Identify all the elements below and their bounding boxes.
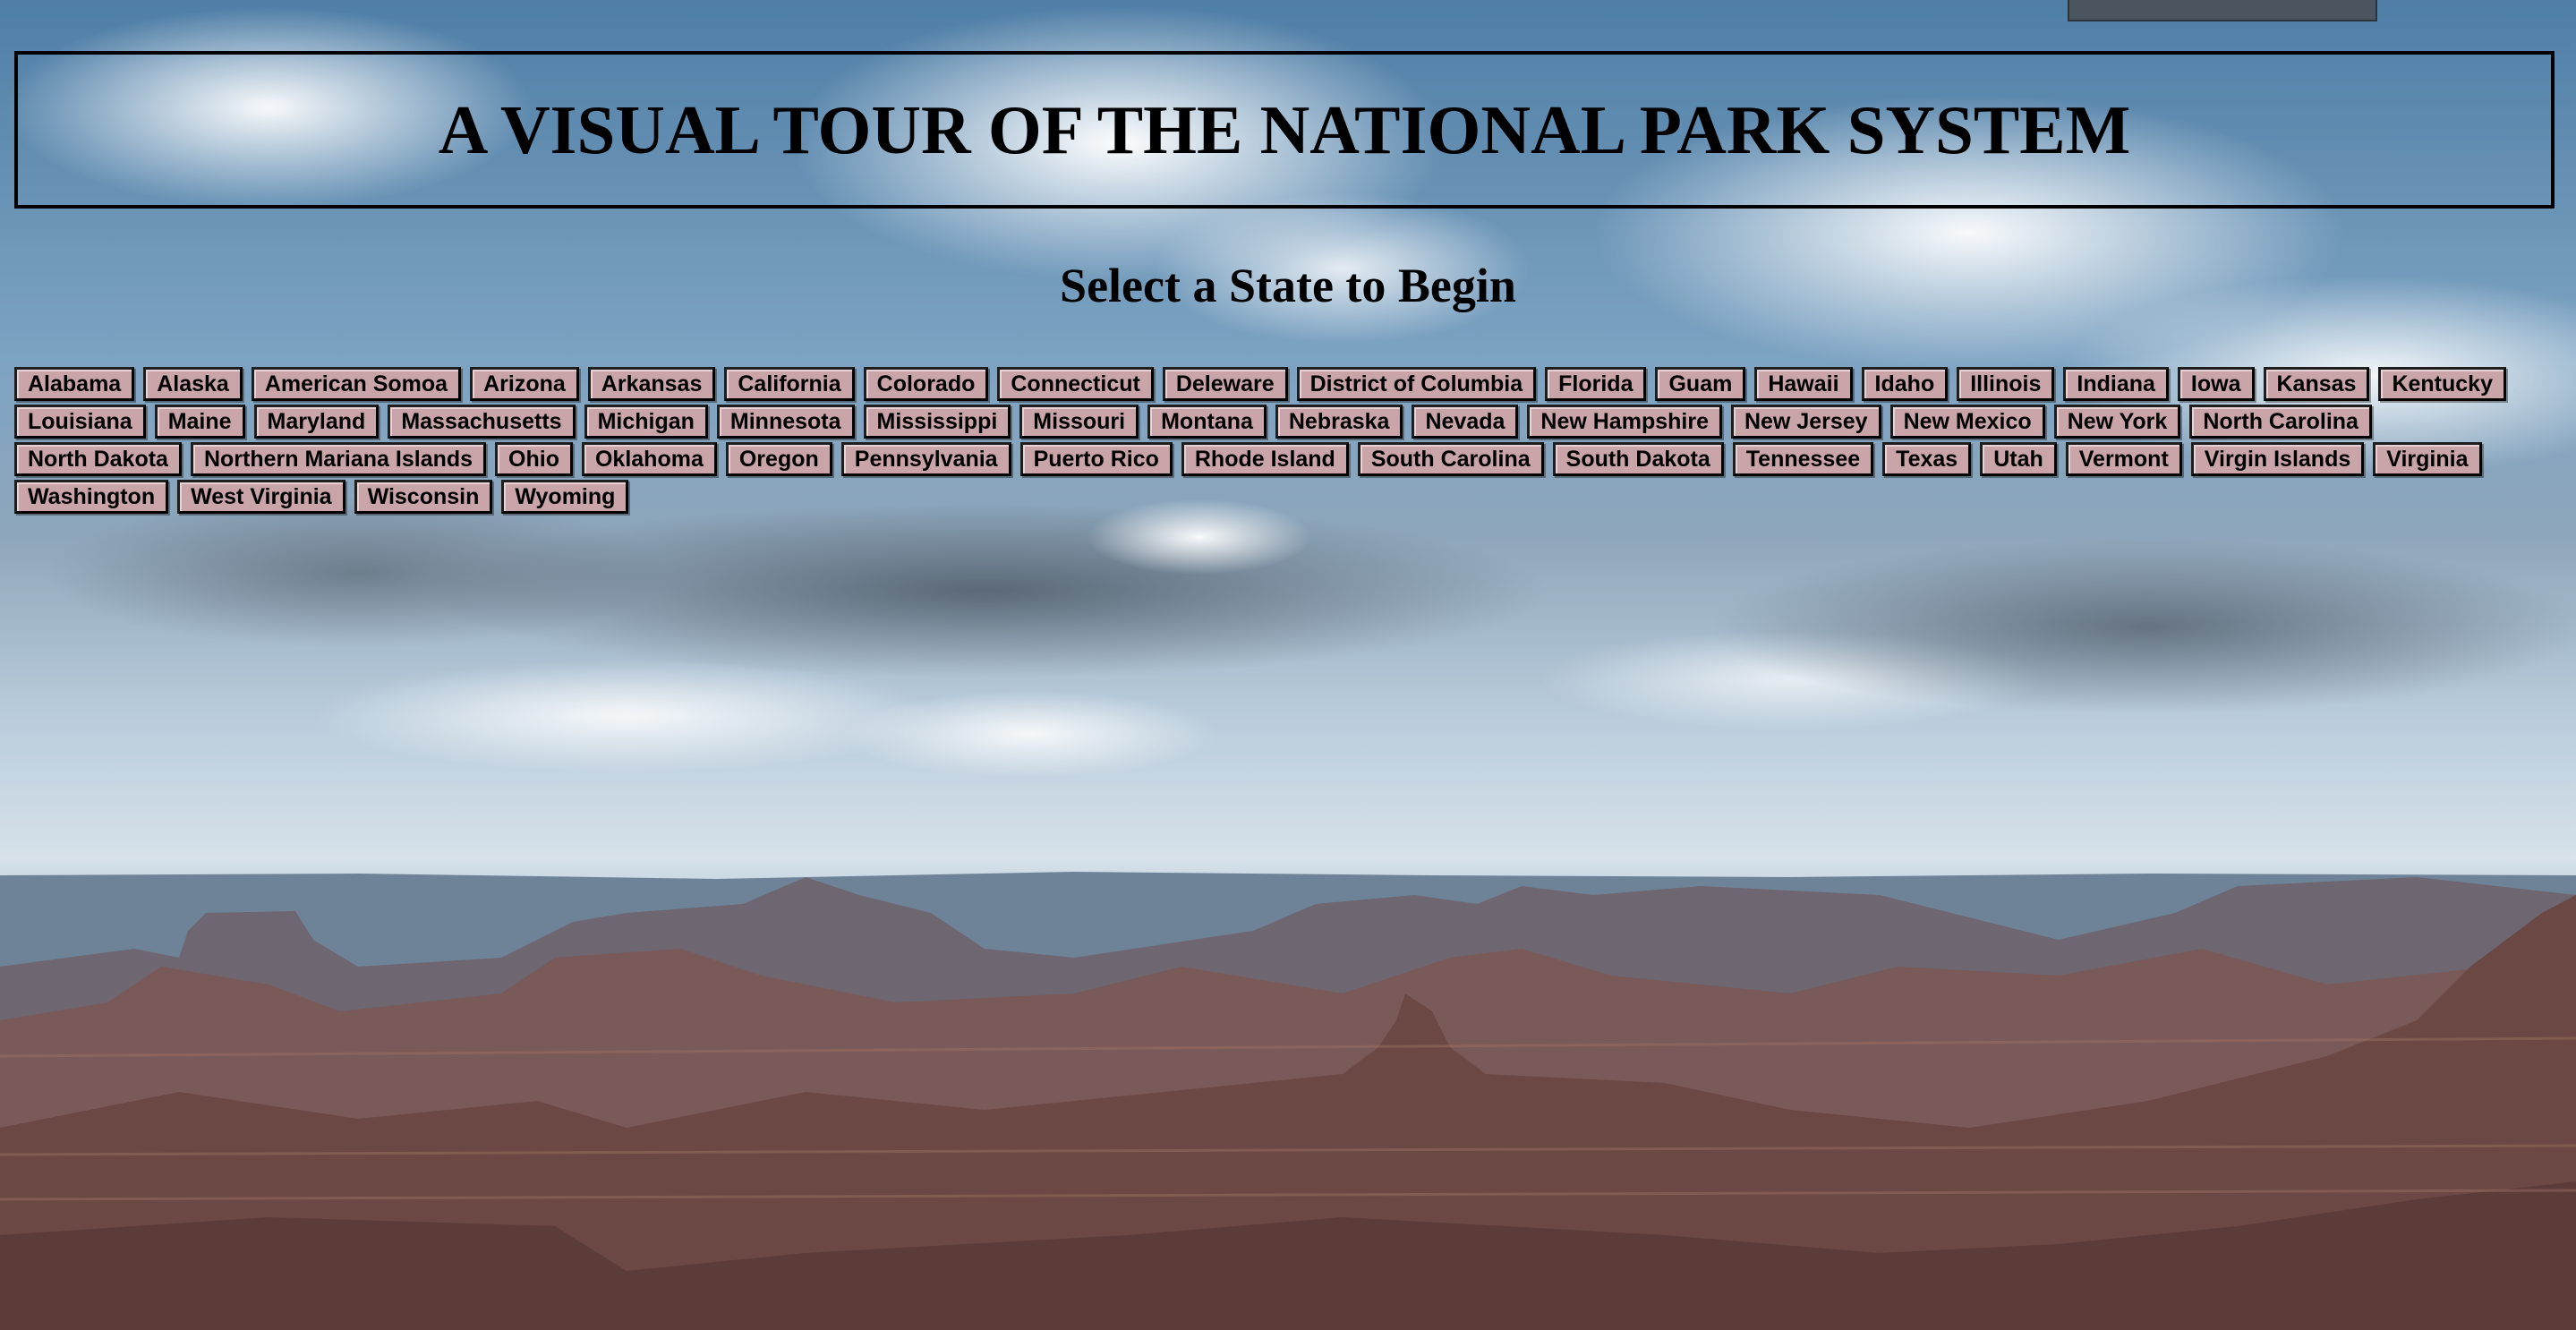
state-button-wyoming[interactable]: Wyoming (501, 480, 629, 514)
top-bar-strip (2068, 0, 2377, 21)
state-button-kansas[interactable]: Kansas (2263, 367, 2370, 401)
state-button-michigan[interactable]: Michigan (584, 405, 708, 439)
state-button-indiana[interactable]: Indiana (2063, 367, 2169, 401)
state-button-colorado[interactable]: Colorado (863, 367, 989, 401)
state-button-south-carolina[interactable]: South Carolina (1357, 442, 1544, 476)
state-button-virgin-islands[interactable]: Virgin Islands (2190, 442, 2365, 476)
state-button-wisconsin[interactable]: Wisconsin (354, 480, 493, 514)
page-subtitle: Select a State to Begin (1060, 259, 1516, 312)
state-button-montana[interactable]: Montana (1147, 405, 1267, 439)
state-button-idaho[interactable]: Idaho (1861, 367, 1949, 401)
state-button-oregon[interactable]: Oregon (725, 442, 832, 476)
state-button-mississippi[interactable]: Mississippi (863, 405, 1011, 439)
state-button-list: Alabama Alaska American Somoa Arizona Arkans… (14, 367, 2521, 514)
state-button-illinois[interactable]: Illinois (1957, 367, 2055, 401)
state-button-northern-mariana-islands[interactable]: Northern Mariana Islands (190, 442, 487, 476)
state-button-arizona[interactable]: Arizona (470, 367, 579, 401)
state-button-south-dakota[interactable]: South Dakota (1552, 442, 1724, 476)
state-button-utah[interactable]: Utah (1980, 442, 2057, 476)
state-button-new-jersey[interactable]: New Jersey (1730, 405, 1881, 439)
state-button-pennsylvania[interactable]: Pennsylvania (840, 442, 1011, 476)
state-button-guam[interactable]: Guam (1655, 367, 1746, 401)
state-button-deleware[interactable]: Deleware (1162, 367, 1288, 401)
title-banner: A VISUAL TOUR OF THE NATIONAL PARK SYSTE… (14, 51, 2555, 209)
state-button-american-somoa[interactable]: American Somoa (251, 367, 462, 401)
state-button-north-carolina[interactable]: North Carolina (2189, 405, 2372, 439)
state-button-minnesota[interactable]: Minnesota (716, 405, 855, 439)
state-button-new-york[interactable]: New York (2053, 405, 2181, 439)
state-button-rhode-island[interactable]: Rhode Island (1181, 442, 1349, 476)
state-button-puerto-rico[interactable]: Puerto Rico (1019, 442, 1173, 476)
state-button-connecticut[interactable]: Connecticut (997, 367, 1154, 401)
state-button-new-hampshire[interactable]: New Hampshire (1527, 405, 1722, 439)
state-button-district-of-columbia[interactable]: District of Columbia (1296, 367, 1537, 401)
state-button-new-mexico[interactable]: New Mexico (1889, 405, 2045, 439)
state-button-ohio[interactable]: Ohio (495, 442, 573, 476)
state-button-nevada[interactable]: Nevada (1412, 405, 1519, 439)
state-button-maine[interactable]: Maine (154, 405, 245, 439)
state-button-vermont[interactable]: Vermont (2065, 442, 2182, 476)
state-button-kentucky[interactable]: Kentucky (2378, 367, 2506, 401)
canyon-landscape (0, 872, 2576, 1330)
state-button-maryland[interactable]: Maryland (253, 405, 380, 439)
state-button-louisiana[interactable]: Louisiana (14, 405, 146, 439)
state-button-virginia[interactable]: Virginia (2373, 442, 2482, 476)
state-button-tennessee[interactable]: Tennessee (1732, 442, 1874, 476)
state-button-florida[interactable]: Florida (1545, 367, 1647, 401)
state-button-texas[interactable]: Texas (1882, 442, 1972, 476)
state-button-west-virginia[interactable]: West Virginia (177, 480, 345, 514)
state-button-arkansas[interactable]: Arkansas (587, 367, 716, 401)
state-button-oklahoma[interactable]: Oklahoma (581, 442, 717, 476)
state-button-nebraska[interactable]: Nebraska (1275, 405, 1403, 439)
state-button-north-dakota[interactable]: North Dakota (14, 442, 182, 476)
state-button-alabama[interactable]: Alabama (14, 367, 135, 401)
page-title: A VISUAL TOUR OF THE NATIONAL PARK SYSTE… (438, 90, 2131, 168)
state-button-washington[interactable]: Washington (14, 480, 169, 514)
state-button-iowa[interactable]: Iowa (2177, 367, 2255, 401)
state-button-missouri[interactable]: Missouri (1019, 405, 1139, 439)
state-button-hawaii[interactable]: Hawaii (1754, 367, 1853, 401)
state-button-alaska[interactable]: Alaska (143, 367, 243, 401)
state-button-california[interactable]: California (724, 367, 855, 401)
state-button-massachusetts[interactable]: Massachusetts (388, 405, 576, 439)
